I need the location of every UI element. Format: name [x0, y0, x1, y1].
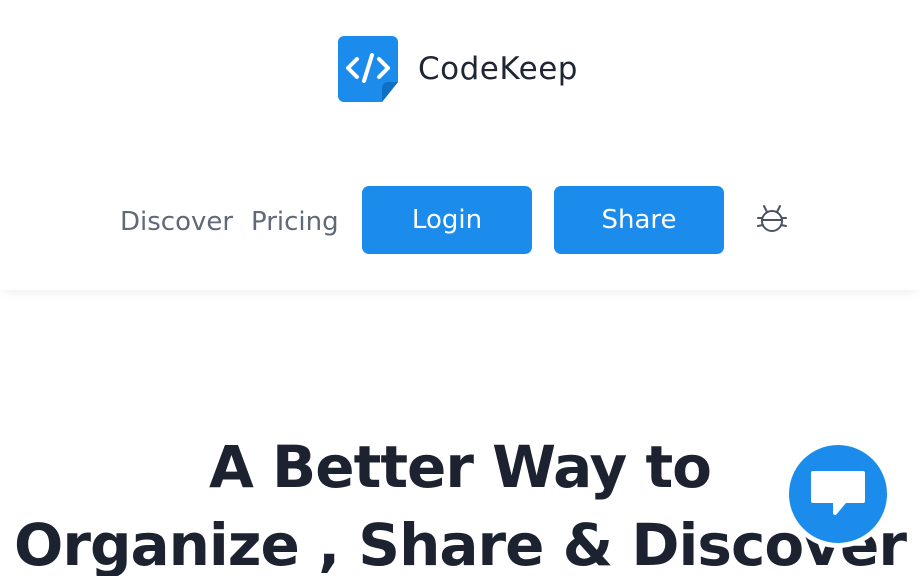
code-brackets-icon[interactable] [338, 36, 398, 102]
chat-bubble-icon [811, 471, 865, 515]
hero-section: A Better Way to Organize , Share & Disco… [0, 290, 920, 576]
brand-name[interactable]: CodeKeep [418, 53, 578, 85]
bug-icon[interactable] [754, 200, 790, 236]
share-button[interactable]: Share [554, 186, 724, 254]
main-nav: Discover Pricing Login Share [0, 186, 920, 254]
nav-discover-link[interactable]: Discover [120, 186, 233, 254]
nav-pricing-link[interactable]: Pricing [251, 186, 339, 254]
brand[interactable]: CodeKeep [338, 36, 578, 102]
hero-title-line-2: Organize , Share & Discover [14, 511, 907, 576]
login-button[interactable]: Login [362, 186, 532, 254]
hero-title: A Better Way to Organize , Share & Disco… [0, 428, 920, 576]
site-header: CodeKeep Discover Pricing Login Share [0, 0, 920, 290]
chat-widget-button[interactable] [784, 440, 892, 548]
hero-title-line-1: A Better Way to [208, 433, 712, 501]
